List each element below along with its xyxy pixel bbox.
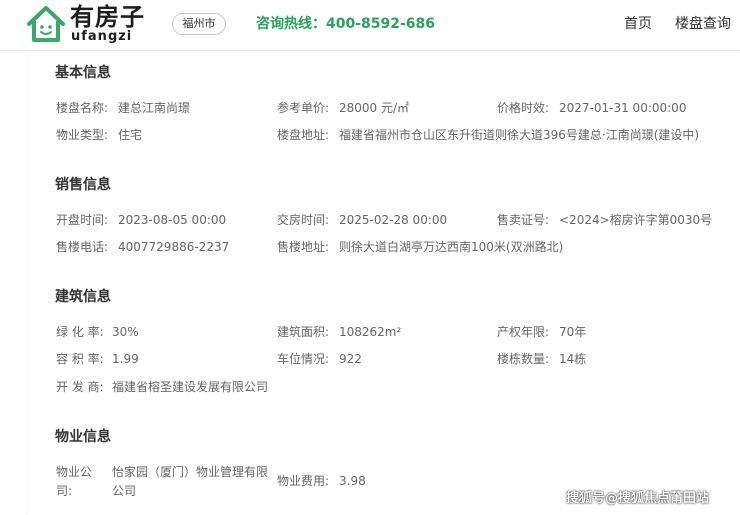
field-label: 物业公司:: [56, 465, 93, 498]
site-logo[interactable]: 有房子 ufangzi: [25, 3, 160, 47]
field-label: 楼栋数量:: [497, 352, 550, 366]
developer-name: 福建省榕圣建设发展有限公司: [112, 380, 269, 394]
reference-price: 28000 元/㎡: [339, 101, 410, 115]
nav-property-search-link[interactable]: 楼盘查询: [675, 15, 731, 33]
green-rate: 30%: [112, 325, 139, 339]
building-count: 14栋: [559, 352, 587, 366]
field-label: 售卖证号:: [497, 213, 550, 227]
property-address: 福建省福州市仓山区东升街道则徐大道396号建总·江南尚璟(建设中): [339, 128, 700, 142]
site-header: 有房子 ufangzi 福州市 咨询热线：400-8592-686 首页 楼盘查…: [0, 0, 740, 51]
field-label: 绿 化 率:: [56, 325, 104, 339]
property-type: 住宅: [118, 128, 143, 142]
field-label: 开盘时间:: [56, 213, 109, 227]
property-term: 70年: [559, 325, 587, 339]
field-label: 楼盘名称:: [56, 101, 109, 115]
logo-subtitle: ufangzi: [71, 29, 133, 44]
field-label: 物业费用:: [277, 474, 330, 488]
management-company: 怡家园（厦门）物业管理有限公司: [112, 465, 269, 498]
watermark-text: 搜狐号@搜狐焦点莆田站: [566, 491, 710, 506]
sales-phone[interactable]: 4007729886-2237: [118, 239, 229, 255]
logo-title: 有房子: [70, 3, 145, 31]
delivery-time: 2025-02-28 00:00: [339, 213, 448, 227]
property-name: 建总江南尚璟: [118, 101, 191, 115]
field-label: 建筑面积:: [277, 325, 330, 339]
field-label: 交房时间:: [277, 213, 330, 227]
field-label: 楼盘地址:: [277, 128, 330, 142]
section-title-sales: 销售信息: [55, 177, 111, 193]
plot-ratio: 1.99: [112, 352, 139, 366]
opening-time: 2023-08-05 00:00: [118, 213, 227, 227]
section-title-basic: 基本信息: [55, 65, 111, 81]
field-label: 参考单价:: [277, 101, 330, 115]
section-title-building: 建筑信息: [55, 289, 111, 305]
field-label: 价格时效:: [497, 101, 550, 115]
management-fee: 3.98: [339, 474, 366, 488]
field-label: 车位情况:: [277, 352, 330, 366]
house-logo-icon: [27, 6, 65, 42]
sales-address: 则徐大道白湖亭万达西南100米(双洲路北): [339, 240, 564, 254]
building-area: 108262m²: [339, 325, 402, 339]
nav-home-link[interactable]: 首页: [624, 15, 652, 33]
detail-card: [28, 51, 740, 515]
field-label: 容 积 率:: [56, 352, 104, 366]
sales-permit: <2024>榕房许字第0030号: [559, 213, 713, 227]
section-title-property: 物业信息: [55, 429, 111, 445]
hotline-text: 咨询热线：400-8592-686: [256, 16, 436, 32]
field-label: 售楼电话:: [56, 240, 109, 254]
field-label: 物业类型:: [56, 128, 109, 142]
field-label: 产权年限:: [497, 325, 550, 339]
field-label: 开 发 商:: [56, 380, 104, 394]
parking-info: 922: [339, 352, 362, 366]
city-selector[interactable]: 福州市: [172, 13, 226, 35]
price-validity: 2027-01-31 00:00:00: [559, 101, 687, 115]
field-label: 售楼地址:: [277, 240, 330, 254]
